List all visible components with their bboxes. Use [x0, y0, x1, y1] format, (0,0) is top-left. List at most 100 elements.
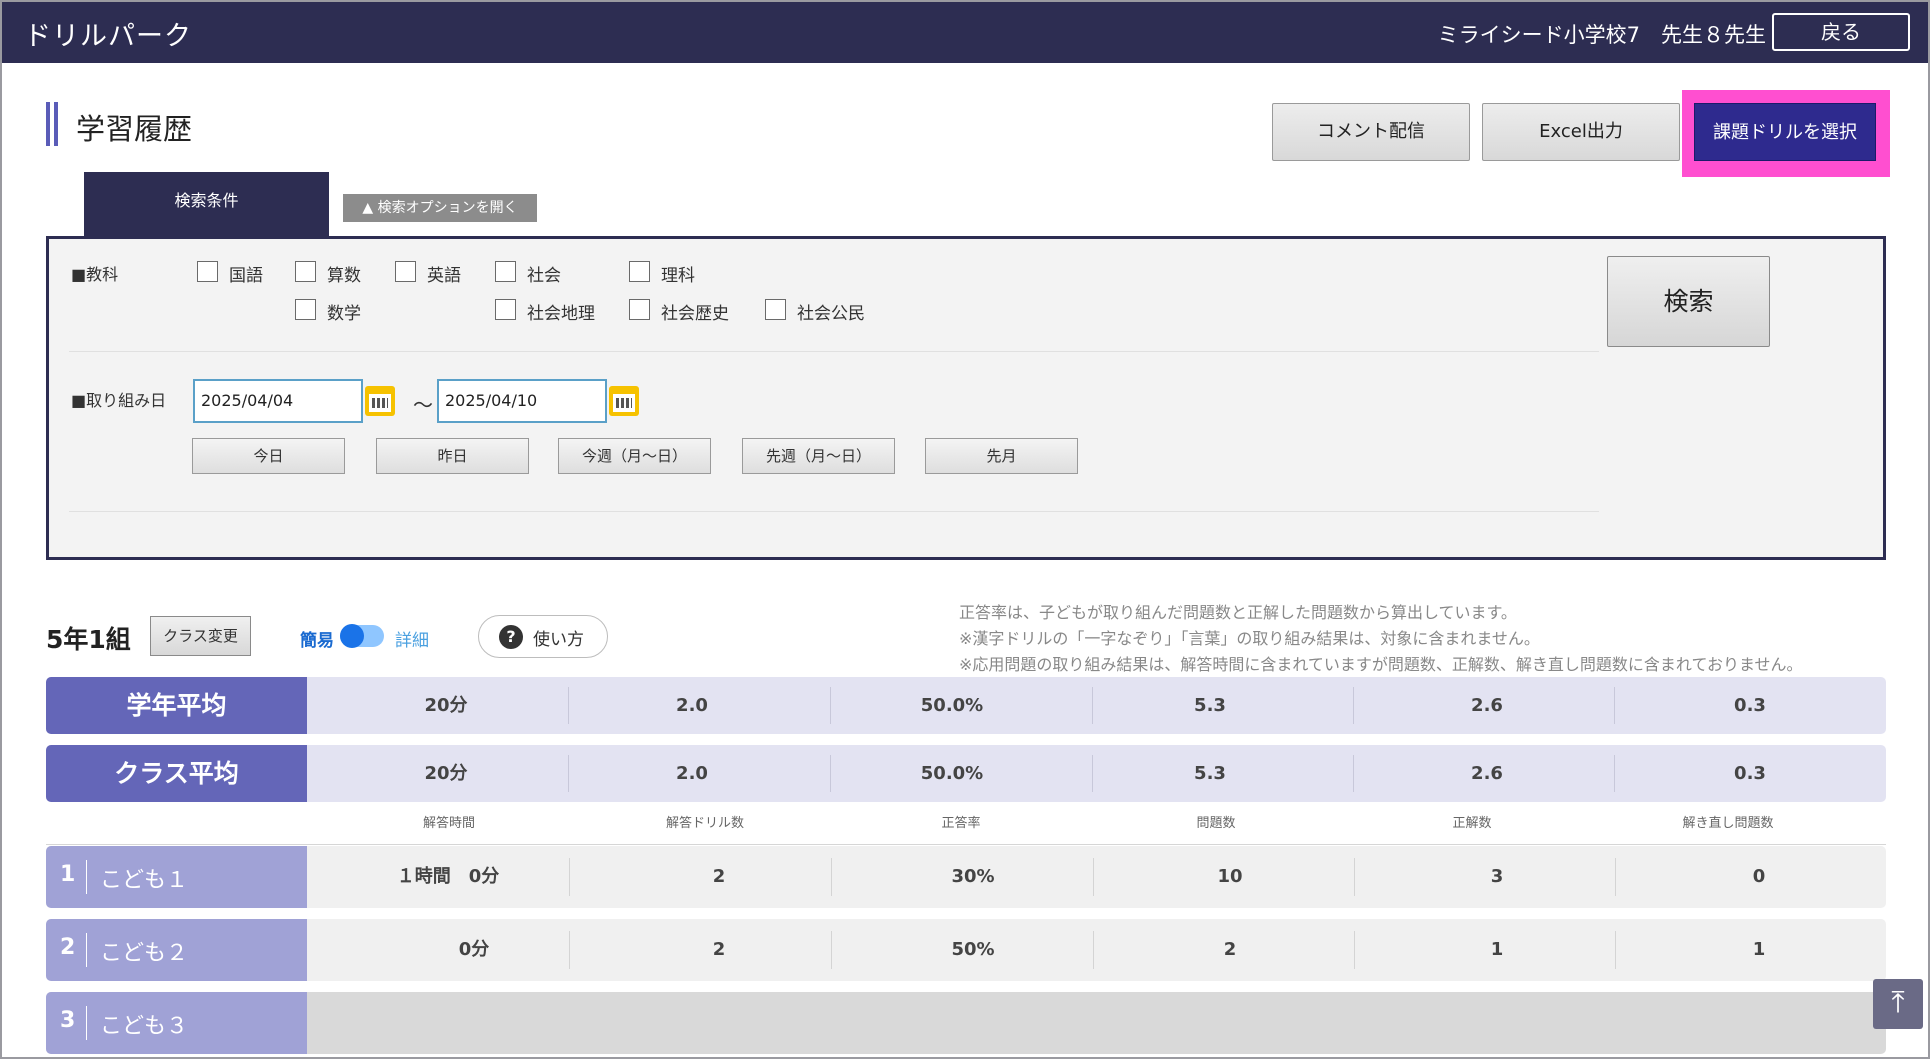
excel-export-button[interactable]: Excel出力	[1482, 103, 1680, 161]
column-header-answer-time[interactable]: 解答時間	[349, 812, 549, 831]
calendar-icon[interactable]	[609, 386, 639, 416]
avg-cell: 2.0	[676, 763, 708, 784]
tab-search-conditions[interactable]: 検索条件	[84, 172, 329, 236]
table-row[interactable]: 3 こども３	[46, 992, 1886, 1054]
column-header-question-count[interactable]: 問題数	[1116, 812, 1316, 831]
table-cell: 0	[1752, 866, 1766, 887]
scroll-to-top-icon[interactable]: ⤒	[1873, 979, 1923, 1029]
column-header-drill-count[interactable]: 解答ドリル数	[605, 812, 805, 831]
divider	[86, 860, 87, 894]
brand-logo: ドリルパーク	[24, 21, 192, 52]
mode-detail-label[interactable]: 詳細	[395, 626, 429, 651]
checkbox-label: 理科	[661, 266, 695, 286]
avg-cell: 20分	[424, 763, 468, 784]
checkbox-shakai-komin[interactable]	[765, 299, 786, 320]
class-name: 5年1組	[46, 625, 131, 654]
top-header: ドリルパーク ミライシード小学校7 先生８先生 戻る	[2, 2, 1928, 63]
class-average-row: クラス平均 20分 2.0 50.0% 5.3 2.6 0.3	[46, 745, 1886, 802]
cell-separator	[1092, 755, 1093, 792]
avg-cell: 5.3	[1194, 695, 1226, 716]
cell-separator	[1615, 931, 1616, 969]
avg-cell: 2.6	[1471, 763, 1503, 784]
note-line: ※応用問題の取り組み結果は、解答時間に含まれていますが問題数、正解数、解き直し問…	[959, 655, 1803, 674]
cell-separator	[568, 687, 569, 724]
column-header-accuracy[interactable]: 正答率	[861, 812, 1061, 831]
class-average-label: クラス平均	[46, 745, 307, 802]
cell-separator	[1093, 858, 1094, 896]
title-accent	[54, 102, 58, 146]
table-row[interactable]: 2 こども２ 0分 2 50% 2 1 1	[46, 919, 1886, 981]
avg-cell: 2.0	[676, 695, 708, 716]
cell-separator	[830, 687, 831, 724]
checkbox-rika[interactable]	[629, 261, 650, 282]
checkbox-kokugo[interactable]	[197, 261, 218, 282]
checkbox-eigo[interactable]	[395, 261, 416, 282]
table-cell: 1	[1752, 939, 1766, 960]
select-assignment-drill-button[interactable]: 課題ドリルを選択	[1694, 103, 1876, 161]
how-to-use-button[interactable]: ? 使い方	[478, 615, 608, 658]
avg-cell: 50.0%	[920, 695, 984, 716]
student-number: 2	[60, 935, 76, 960]
search-button[interactable]: 検索	[1607, 256, 1770, 347]
checkbox-sugaku[interactable]	[295, 299, 316, 320]
table-cell: 2	[712, 939, 726, 960]
quick-range-this-week-button[interactable]: 今週（月～日）	[558, 438, 711, 474]
table-cell: 0分	[458, 939, 490, 960]
school-name: ミライシード小学校7	[1437, 23, 1640, 47]
teacher-name: 先生８先生	[1661, 23, 1766, 47]
checkbox-label: 社会	[527, 266, 561, 286]
cell-separator	[569, 931, 570, 969]
quick-range-last-week-button[interactable]: 先週（月～日）	[742, 438, 895, 474]
date-to-input[interactable]: 2025/04/10	[437, 379, 607, 423]
column-header-correct-count[interactable]: 正解数	[1372, 812, 1572, 831]
grade-average-label: 学年平均	[46, 677, 307, 734]
app-window: ドリルパーク ミライシード小学校7 先生８先生 戻る 学習履歴 コメント配信 E…	[0, 0, 1930, 1059]
range-separator: ～	[413, 393, 433, 417]
column-header-retry-count[interactable]: 解き直し問題数	[1628, 812, 1828, 831]
checkbox-label: 国語	[229, 266, 263, 286]
comment-send-button[interactable]: コメント配信	[1272, 103, 1470, 161]
note-line: ※漢字ドリルの「一字なぞり」「言葉」の取り組み結果は、対象に含まれません。	[959, 629, 1540, 648]
cell-separator	[1354, 931, 1355, 969]
student-name-cell[interactable]: 1 こども１	[46, 846, 307, 908]
open-search-options-button[interactable]: ▲ 検索オプションを開く	[343, 194, 537, 222]
avg-cell: 0.3	[1734, 695, 1766, 716]
class-change-button[interactable]: クラス変更	[150, 616, 251, 656]
date-from-input[interactable]: 2025/04/04	[193, 379, 363, 423]
quick-range-yesterday-button[interactable]: 昨日	[376, 438, 529, 474]
table-row[interactable]: 1 こども１ １時間 0分 2 30% 10 3 0	[46, 846, 1886, 908]
grade-average-row: 学年平均 20分 2.0 50.0% 5.3 2.6 0.3	[46, 677, 1886, 734]
calendar-icon[interactable]	[365, 386, 395, 416]
divider	[86, 933, 87, 967]
checkbox-label: 社会歴史	[661, 304, 729, 324]
student-name: こども１	[100, 868, 189, 893]
cell-separator	[1092, 687, 1093, 724]
checkbox-sansu[interactable]	[295, 261, 316, 282]
divider	[69, 511, 1599, 512]
cell-separator	[831, 858, 832, 896]
table-header-line	[46, 844, 1886, 845]
checkbox-shakai-chiri[interactable]	[495, 299, 516, 320]
how-to-use-label: 使い方	[533, 630, 584, 650]
back-button[interactable]: 戻る	[1772, 13, 1910, 51]
table-cell: １時間 0分	[396, 866, 500, 887]
cell-separator	[1093, 931, 1094, 969]
mode-simple-label[interactable]: 簡易	[300, 626, 334, 651]
checkbox-label: 社会公民	[797, 304, 865, 324]
quick-range-last-month-button[interactable]: 先月	[925, 438, 1078, 474]
date-label: ■取り組み日	[71, 391, 167, 410]
quick-range-today-button[interactable]: 今日	[192, 438, 345, 474]
checkbox-shakai[interactable]	[495, 261, 516, 282]
checkbox-label: 算数	[327, 266, 361, 286]
table-cell: 3	[1490, 866, 1504, 887]
cell-separator	[830, 755, 831, 792]
student-name-cell[interactable]: 2 こども２	[46, 919, 307, 981]
search-panel: ■教科 国語 算数 英語 社会 理科 数学 社会地理 社会歴史 社会公民 ■取り…	[46, 236, 1886, 560]
page-title: 学習履歴	[76, 112, 193, 146]
toggle-knob[interactable]	[340, 624, 364, 648]
help-icon: ?	[499, 625, 523, 649]
divider	[69, 351, 1599, 352]
student-name: こども３	[100, 1014, 189, 1039]
checkbox-shakai-rekishi[interactable]	[629, 299, 650, 320]
student-name-cell[interactable]: 3 こども３	[46, 992, 307, 1054]
